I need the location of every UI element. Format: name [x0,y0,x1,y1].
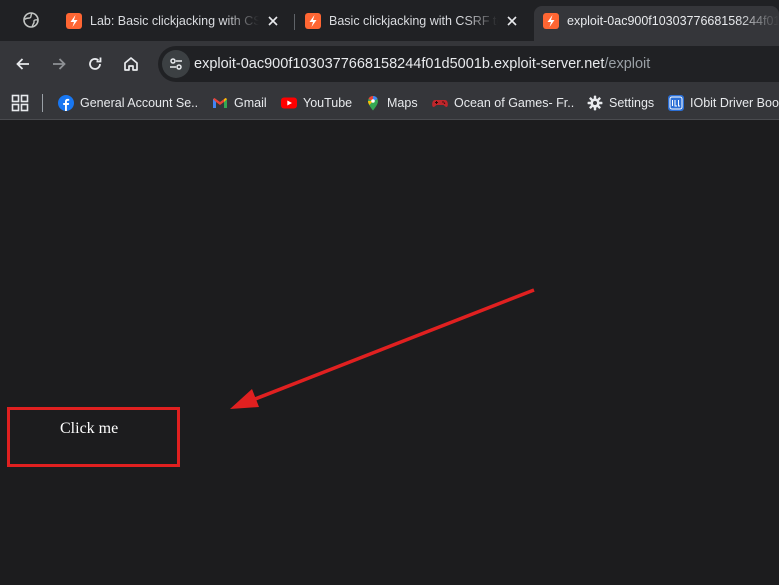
site-info-button[interactable] [162,50,190,78]
home-button[interactable] [119,52,143,76]
tab-basic-clickjacking[interactable]: Basic clickjacking with CSRF token prote… [296,6,528,36]
portswigger-icon [66,13,82,29]
close-icon[interactable] [504,13,520,29]
globe-icon[interactable] [22,11,40,29]
gamepad-icon [432,100,448,107]
iobit-icon [668,95,684,111]
tab-title: exploit-0ac900f1030377668158244f01d5001b… [567,14,779,28]
back-button[interactable] [11,52,35,76]
arrow-left-icon [16,58,29,70]
gear-icon [587,95,603,111]
youtube-icon [281,97,297,109]
bookmark-ocean-of-games[interactable]: Ocean of Games- Fr... [432,92,574,114]
annotation-arrow [230,288,535,409]
url-text[interactable]: exploit-0ac900f1030377668158244f01d5001b… [194,56,650,72]
bookmark-label: Maps [387,96,418,110]
tune-icon [170,58,182,70]
tab-strip: Lab: Basic clickjacking with CSRF token … [0,0,779,41]
maps-icon [368,95,378,111]
bookmark-gmail[interactable]: Gmail [212,92,270,114]
reload-button[interactable] [83,52,107,76]
bookmark-label: Ocean of Games- Fr... [454,96,574,110]
bookmarks-separator [42,94,43,112]
bookmark-youtube[interactable]: YouTube [281,92,353,114]
bookmark-label: Gmail [234,96,267,110]
forward-button[interactable] [47,52,71,76]
bookmark-iobit[interactable]: IObit Driver Boos [668,92,779,114]
bookmark-label: YouTube [303,96,353,110]
bookmark-maps[interactable]: Maps [365,92,421,114]
page-content: Click me [0,121,779,585]
address-bar[interactable]: exploit-0ac900f1030377668158244f01d5001b… [158,46,779,82]
bookmarks-bar: General Account Se... Gmail YouTube Maps [0,86,779,120]
reload-icon [89,57,102,70]
tab-separator [294,14,295,30]
close-icon[interactable] [265,13,281,29]
browser-toolbar: exploit-0ac900f1030377668158244f01d5001b… [0,41,779,86]
arrow-right-icon [53,58,66,70]
facebook-icon [58,95,74,111]
url-host: exploit-0ac900f1030377668158244f01d5001b… [194,56,605,72]
url-path: /exploit [604,56,651,72]
tab-title: Lab: Basic clickjacking with CSRF token … [90,14,259,28]
bookmark-settings[interactable]: Settings [587,92,657,114]
tab-lab[interactable]: Lab: Basic clickjacking with CSRF token … [57,6,289,36]
bookmark-label: IObit Driver Boos [690,96,779,110]
portswigger-icon [543,13,559,29]
apps-grid-icon[interactable] [11,94,29,112]
bookmark-label: General Account Se... [80,96,198,110]
tab-title: Basic clickjacking with CSRF token prote… [329,14,498,28]
bookmark-general-account[interactable]: General Account Se... [58,92,198,114]
gmail-icon [213,98,227,108]
bookmark-label: Settings [609,96,655,110]
home-icon [124,57,138,71]
tab-exploit-server[interactable]: exploit-0ac900f1030377668158244f01d5001b… [534,6,779,41]
portswigger-icon [305,13,321,29]
